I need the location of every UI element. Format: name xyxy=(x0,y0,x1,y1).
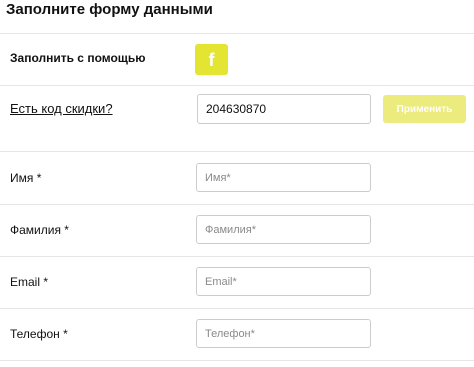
divider xyxy=(0,308,474,309)
divider xyxy=(0,33,474,34)
divider xyxy=(0,256,474,257)
divider xyxy=(0,85,474,86)
phone-field[interactable] xyxy=(196,319,371,348)
first-name-label: Имя * xyxy=(10,171,42,185)
email-label: Email * xyxy=(10,275,49,289)
fill-with-label: Заполнить с помощью xyxy=(10,51,146,65)
last-name-label: Фамилия * xyxy=(10,223,69,237)
divider xyxy=(0,151,474,152)
first-name-field[interactable] xyxy=(196,163,371,192)
phone-label: Телефон * xyxy=(10,327,68,341)
facebook-login-button[interactable]: f xyxy=(195,44,228,75)
form-title: Заполните форму данными xyxy=(6,1,213,18)
discount-code-input[interactable] xyxy=(197,94,371,124)
email-field[interactable] xyxy=(196,267,371,296)
facebook-icon: f xyxy=(208,49,215,70)
divider xyxy=(0,360,474,361)
discount-code-link[interactable]: Есть код скидки? xyxy=(10,101,113,116)
last-name-field[interactable] xyxy=(196,215,371,244)
divider xyxy=(0,204,474,205)
apply-discount-button[interactable]: Применить xyxy=(383,95,466,123)
